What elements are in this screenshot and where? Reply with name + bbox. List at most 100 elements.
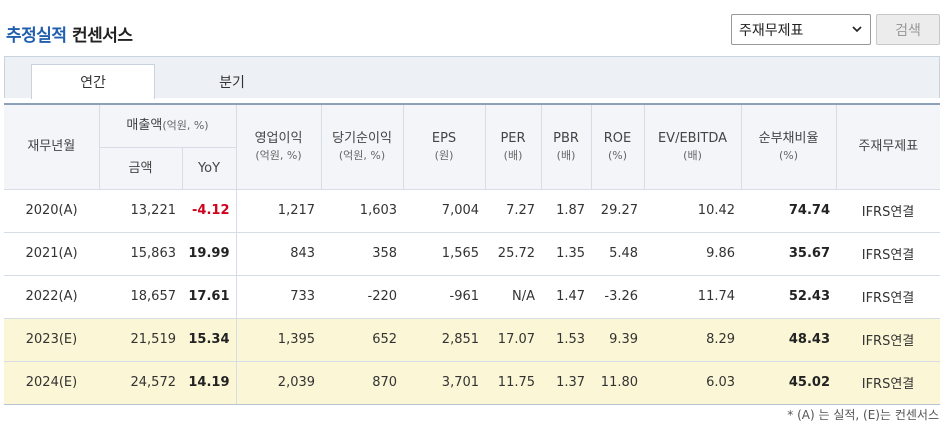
- title-rest: 컨센서스: [66, 26, 133, 46]
- header-net-debt-ratio: 순부채비율 (%): [741, 103, 837, 190]
- cell-op-profit: 1,395: [236, 318, 322, 362]
- period-tabs: 연간 분기: [4, 56, 940, 99]
- header-year: 재무년월: [4, 103, 100, 190]
- cell-yoy: 15.34: [182, 318, 237, 362]
- header-op-profit: 영업이익 (억원, %): [236, 103, 322, 190]
- select-value: 주재무제표: [739, 22, 804, 39]
- header-amount: 금액: [99, 147, 183, 190]
- cell-per: 7.27: [485, 189, 542, 233]
- cell-per: 25.72: [485, 232, 542, 276]
- header-roe-unit: (%): [607, 148, 628, 162]
- cell-pbr: 1.37: [541, 361, 592, 405]
- tab-quarterly[interactable]: 분기: [170, 64, 294, 99]
- header-pbr-unit: (배): [556, 148, 576, 162]
- header-ev-ebitda: EV/EBITDA (배): [644, 103, 742, 190]
- cell-amount: 15,863: [99, 232, 182, 276]
- cell-statement: IFRS연결: [836, 232, 941, 276]
- header-net-debt-ratio-unit: (%): [778, 148, 799, 162]
- cell-year: 2024(E): [4, 361, 99, 405]
- consensus-table: 재무년월 매출액(억원, %) 영업이익 (억원, %) 당기순이익 (억원, %)…: [4, 103, 941, 405]
- cell-per: N/A: [485, 275, 542, 319]
- cell-amount: 13,221: [99, 189, 182, 233]
- table-row: 2023(E) 21,519 15.34 1,395 652 2,851 17.…: [4, 318, 941, 362]
- cell-year: 2020(A): [4, 189, 99, 233]
- cell-net-debt-ratio: 35.67: [741, 232, 837, 276]
- header-statement: 주재무제표: [836, 103, 941, 190]
- cell-eps: 1,565: [403, 232, 486, 276]
- tab-annual[interactable]: 연간: [31, 64, 155, 99]
- cell-amount: 18,657: [99, 275, 182, 319]
- cell-roe: 29.27: [591, 189, 645, 233]
- header-net-income-unit: (억원, %): [338, 148, 386, 162]
- cell-op-profit: 1,217: [236, 189, 322, 233]
- cell-pbr: 1.87: [541, 189, 592, 233]
- cell-yoy: 19.99: [182, 232, 237, 276]
- cell-year: 2022(A): [4, 275, 99, 319]
- table-row: 2022(A) 18,657 17.61 733 -220 -961 N/A 1…: [4, 275, 941, 319]
- header-sales-label: 매출액: [126, 118, 163, 134]
- header-sales-group: 매출액(억원, %): [99, 103, 237, 148]
- cell-amount: 21,519: [99, 318, 182, 362]
- cell-statement: IFRS연결: [836, 189, 941, 233]
- cell-net-debt-ratio: 52.43: [741, 275, 837, 319]
- cell-year: 2021(A): [4, 232, 99, 276]
- cell-pbr: 1.35: [541, 232, 592, 276]
- cell-net-income: -220: [321, 275, 404, 319]
- cell-eps: 7,004: [403, 189, 486, 233]
- cell-roe: 5.48: [591, 232, 645, 276]
- header-pbr: PBR (배): [541, 103, 592, 190]
- cell-net-income: 358: [321, 232, 404, 276]
- header-eps: EPS (원): [403, 103, 486, 190]
- cell-ev-ebitda: 11.74: [644, 275, 742, 319]
- cell-pbr: 1.47: [541, 275, 592, 319]
- cell-pbr: 1.53: [541, 318, 592, 362]
- cell-op-profit: 843: [236, 232, 322, 276]
- cell-op-profit: 733: [236, 275, 322, 319]
- cell-ev-ebitda: 8.29: [644, 318, 742, 362]
- header-ev-ebitda-unit: (배): [683, 148, 702, 162]
- cell-eps: 2,851: [403, 318, 486, 362]
- footnote: * (A) 는 실적, (E)는 컨센서스: [787, 408, 939, 422]
- cell-eps: 3,701: [403, 361, 486, 405]
- header-roe-label: ROE: [603, 130, 632, 146]
- header-sales-unit: (억원, %): [162, 119, 209, 133]
- header-roe: ROE (%): [591, 103, 645, 190]
- header-net-income-label: 당기순이익: [332, 130, 392, 146]
- cell-net-income: 870: [321, 361, 404, 405]
- cell-eps: -961: [403, 275, 486, 319]
- header-yoy: YoY: [182, 147, 237, 190]
- title-accent: 추정실적: [6, 26, 67, 46]
- cell-yoy: 14.19: [182, 361, 237, 405]
- cell-yoy: 17.61: [182, 275, 237, 319]
- header-per-unit: (배): [503, 148, 523, 162]
- header-op-profit-unit: (억원, %): [255, 148, 302, 162]
- header-eps-unit: (원): [434, 148, 454, 162]
- table-row: 2024(E) 24,572 14.19 2,039 870 3,701 11.…: [4, 361, 941, 405]
- cell-roe: 11.80: [591, 361, 645, 405]
- header-pbr-label: PBR: [553, 130, 579, 146]
- cell-statement: IFRS연결: [836, 361, 941, 405]
- cell-roe: -3.26: [591, 275, 645, 319]
- header-per-label: PER: [500, 130, 526, 146]
- cell-amount: 24,572: [99, 361, 182, 405]
- cell-year: 2023(E): [4, 318, 99, 362]
- cell-yoy: -4.12: [182, 189, 237, 233]
- header-ev-ebitda-label: EV/EBITDA: [657, 130, 728, 146]
- cell-net-income: 652: [321, 318, 404, 362]
- cell-roe: 9.39: [591, 318, 645, 362]
- cell-ev-ebitda: 10.42: [644, 189, 742, 233]
- cell-per: 17.07: [485, 318, 542, 362]
- statement-type-select[interactable]: 주재무제표: [731, 14, 871, 45]
- cell-net-income: 1,603: [321, 189, 404, 233]
- cell-op-profit: 2,039: [236, 361, 322, 405]
- cell-statement: IFRS연결: [836, 318, 941, 362]
- header-eps-label: EPS: [431, 130, 457, 146]
- table-row: 2021(A) 15,863 19.99 843 358 1,565 25.72…: [4, 232, 941, 276]
- table-row: 2020(A) 13,221 -4.12 1,217 1,603 7,004 7…: [4, 189, 941, 233]
- section-title: 추정실적 컨센서스: [6, 21, 133, 46]
- search-button[interactable]: 검색: [876, 14, 940, 45]
- header-per: PER (배): [485, 103, 542, 190]
- cell-ev-ebitda: 6.03: [644, 361, 742, 405]
- cell-per: 11.75: [485, 361, 542, 405]
- header-net-debt-ratio-label: 순부채비율: [758, 130, 819, 146]
